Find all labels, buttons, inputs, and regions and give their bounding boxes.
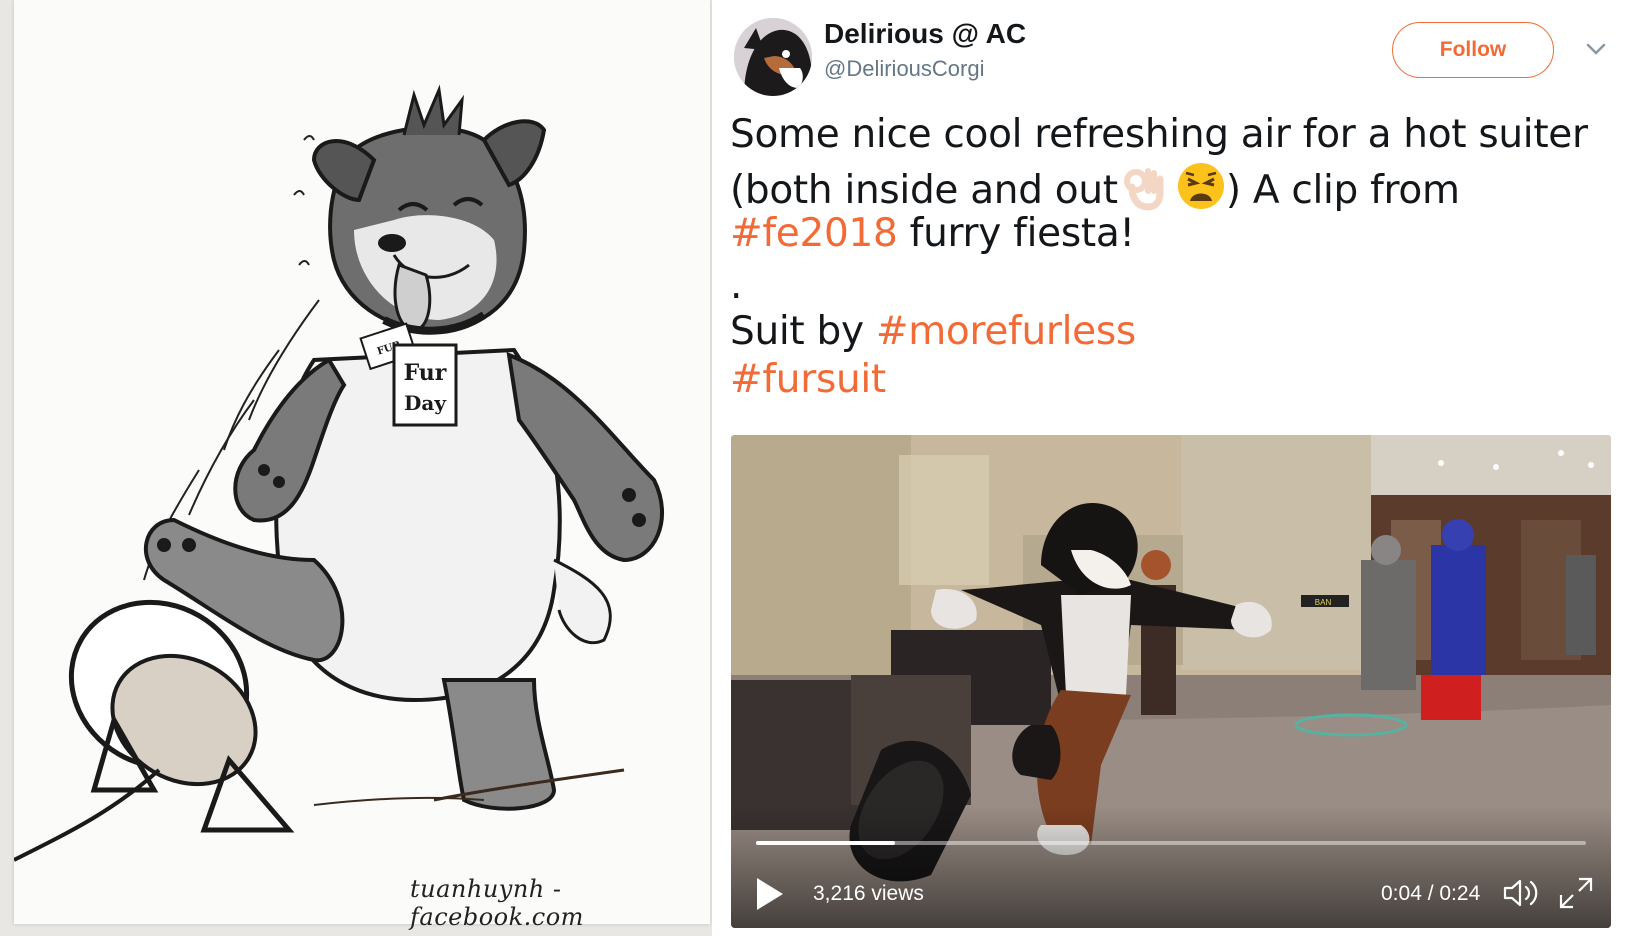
avatar-image [734, 18, 812, 96]
tweet-text-dot: . [730, 263, 743, 308]
sign-text: BAN [1315, 598, 1332, 607]
video-time: 0:04 / 0:24 [1381, 882, 1481, 905]
ok-hand-icon [1123, 168, 1164, 211]
view-count: 3,216 views [813, 882, 924, 905]
artwork-paper: FUR Fur Day tuanhuynh - facebook.com [14, 0, 710, 931]
fur-tag-line1: Fur [404, 360, 447, 386]
chevron-down-icon[interactable] [1586, 42, 1606, 56]
follow-button[interactable]: Follow [1392, 22, 1554, 78]
tweet-text-suit-by: Suit by [730, 309, 876, 354]
fullscreen-icon[interactable] [1557, 875, 1595, 911]
user-handle[interactable]: @DeliriousCorgi [824, 56, 985, 82]
video-frame: BAN [731, 435, 1611, 928]
hashtag-morefurless[interactable]: #morefurless [876, 309, 1136, 354]
tweet-card: Delirious @ AC @DeliriousCorgi Follow So… [712, 0, 1635, 936]
tweet-text-2a: (both inside and out [730, 168, 1118, 213]
tweet-text-line-1: Some nice cool refreshing air for a hot … [730, 112, 1588, 157]
tweet-text-line-3: #fe2018 furry fiesta! [730, 211, 1135, 256]
tweet-text-line-2: (both inside and out ) A clip from [730, 161, 1460, 213]
hashtag-fe2018[interactable]: #fe2018 [730, 211, 898, 256]
tweet-text-line-5: Suit by #morefurless [730, 309, 1136, 354]
tweet-text-line-6: #fursuit [730, 357, 886, 402]
video-progress-fill [756, 841, 895, 845]
video-progress-bar[interactable] [756, 841, 1586, 845]
hashtag-fursuit[interactable]: #fursuit [730, 357, 886, 402]
avatar[interactable] [734, 18, 812, 96]
artist-signature: tuanhuynh - facebook.com [410, 875, 584, 931]
tweet-text-2b: ) A clip from [1225, 168, 1460, 213]
display-name[interactable]: Delirious @ AC [824, 18, 1026, 50]
dog-illustration: FUR Fur Day [14, 84, 665, 862]
fur-tag-line2: Day [404, 391, 447, 415]
artwork-panel: FUR Fur Day tuanhuynh - facebook.com [0, 0, 712, 936]
volume-icon[interactable] [1501, 875, 1541, 911]
play-icon[interactable] [753, 875, 787, 913]
weary-face-icon [1177, 163, 1224, 209]
video-player[interactable]: BAN 3,216 views 0:04 / 0:24 [731, 435, 1611, 928]
tweet-text-3b: furry fiesta! [897, 211, 1135, 256]
tweet-text-1: Some nice cool refreshing air for a hot … [730, 112, 1588, 157]
